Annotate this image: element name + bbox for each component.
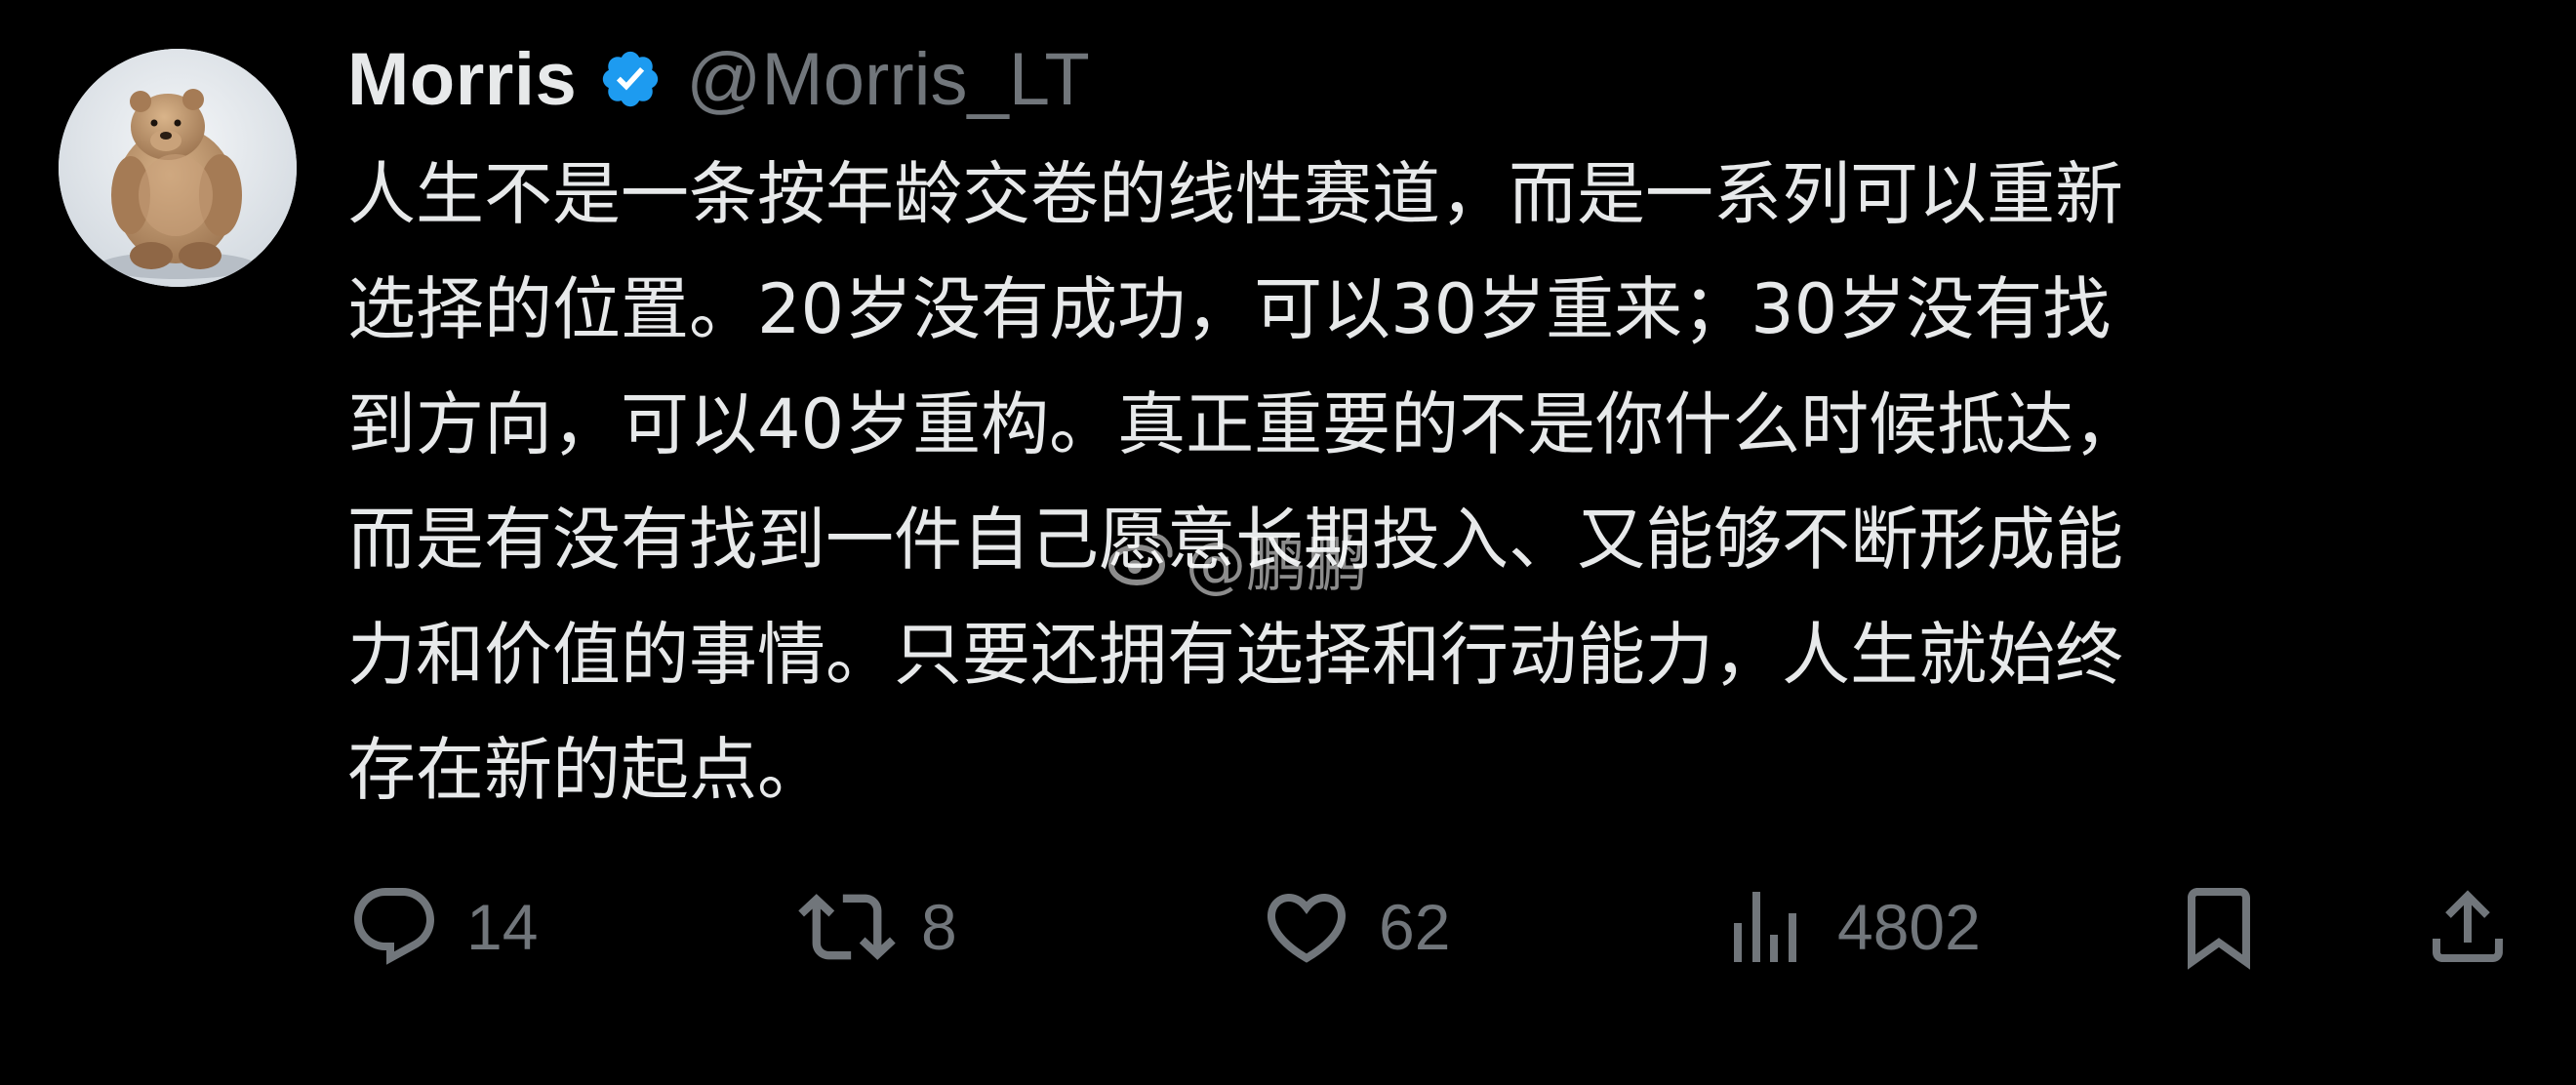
retweet-icon bbox=[798, 894, 896, 960]
reply-icon bbox=[354, 888, 435, 965]
retweet-button[interactable]: 8 bbox=[798, 878, 957, 976]
bookmark-icon bbox=[2188, 888, 2250, 970]
like-count: 62 bbox=[1379, 891, 1451, 963]
post-text: 人生不是一条按年龄交卷的线性赛道，而是一系列可以重新 选择的位置。20岁没有成功… bbox=[347, 137, 2494, 827]
user-handle[interactable]: @Morris_LT bbox=[686, 37, 1090, 122]
views-button[interactable]: 4802 bbox=[1718, 878, 1981, 976]
post-text-line: 力和价值的事情。只要还拥有选择和行动能力，人生就始终 bbox=[347, 615, 2123, 695]
share-icon bbox=[2433, 890, 2503, 962]
verified-badge-icon bbox=[598, 47, 663, 111]
reply-count: 14 bbox=[466, 891, 539, 963]
post-text-line: 选择的位置。20岁没有成功，可以30岁重来；30岁没有找 bbox=[347, 269, 2112, 349]
like-button[interactable]: 62 bbox=[1260, 878, 1450, 976]
views-chart-icon bbox=[1734, 892, 1796, 962]
reply-button[interactable]: 14 bbox=[347, 878, 538, 976]
action-bar: 14 8 62 4802 bbox=[347, 878, 2523, 976]
bookmark-button[interactable] bbox=[2172, 878, 2266, 976]
post-text-line: 存在新的起点。 bbox=[347, 730, 825, 810]
avatar[interactable] bbox=[59, 49, 297, 287]
views-count: 4802 bbox=[1837, 891, 1981, 963]
post-text-line: 人生不是一条按年龄交卷的线性赛道，而是一系列可以重新 bbox=[347, 154, 2123, 234]
share-button[interactable] bbox=[2421, 878, 2515, 976]
display-name[interactable]: Morris bbox=[347, 37, 577, 122]
tweet-card: Morris @Morris_LT 人生不是一条按年龄交卷的线性赛道，而是一系列… bbox=[0, 0, 2576, 1085]
post-text-line: 到方向，可以40岁重构。真正重要的不是你什么时候抵达， bbox=[347, 384, 2143, 464]
heart-icon bbox=[1267, 894, 1347, 963]
post-header: Morris @Morris_LT bbox=[347, 35, 1090, 123]
post-text-line: 而是有没有找到一件自己愿意长期投入、又能够不断形成能 bbox=[347, 500, 2123, 580]
bear-avatar-icon bbox=[59, 49, 297, 287]
retweet-count: 8 bbox=[921, 891, 957, 963]
